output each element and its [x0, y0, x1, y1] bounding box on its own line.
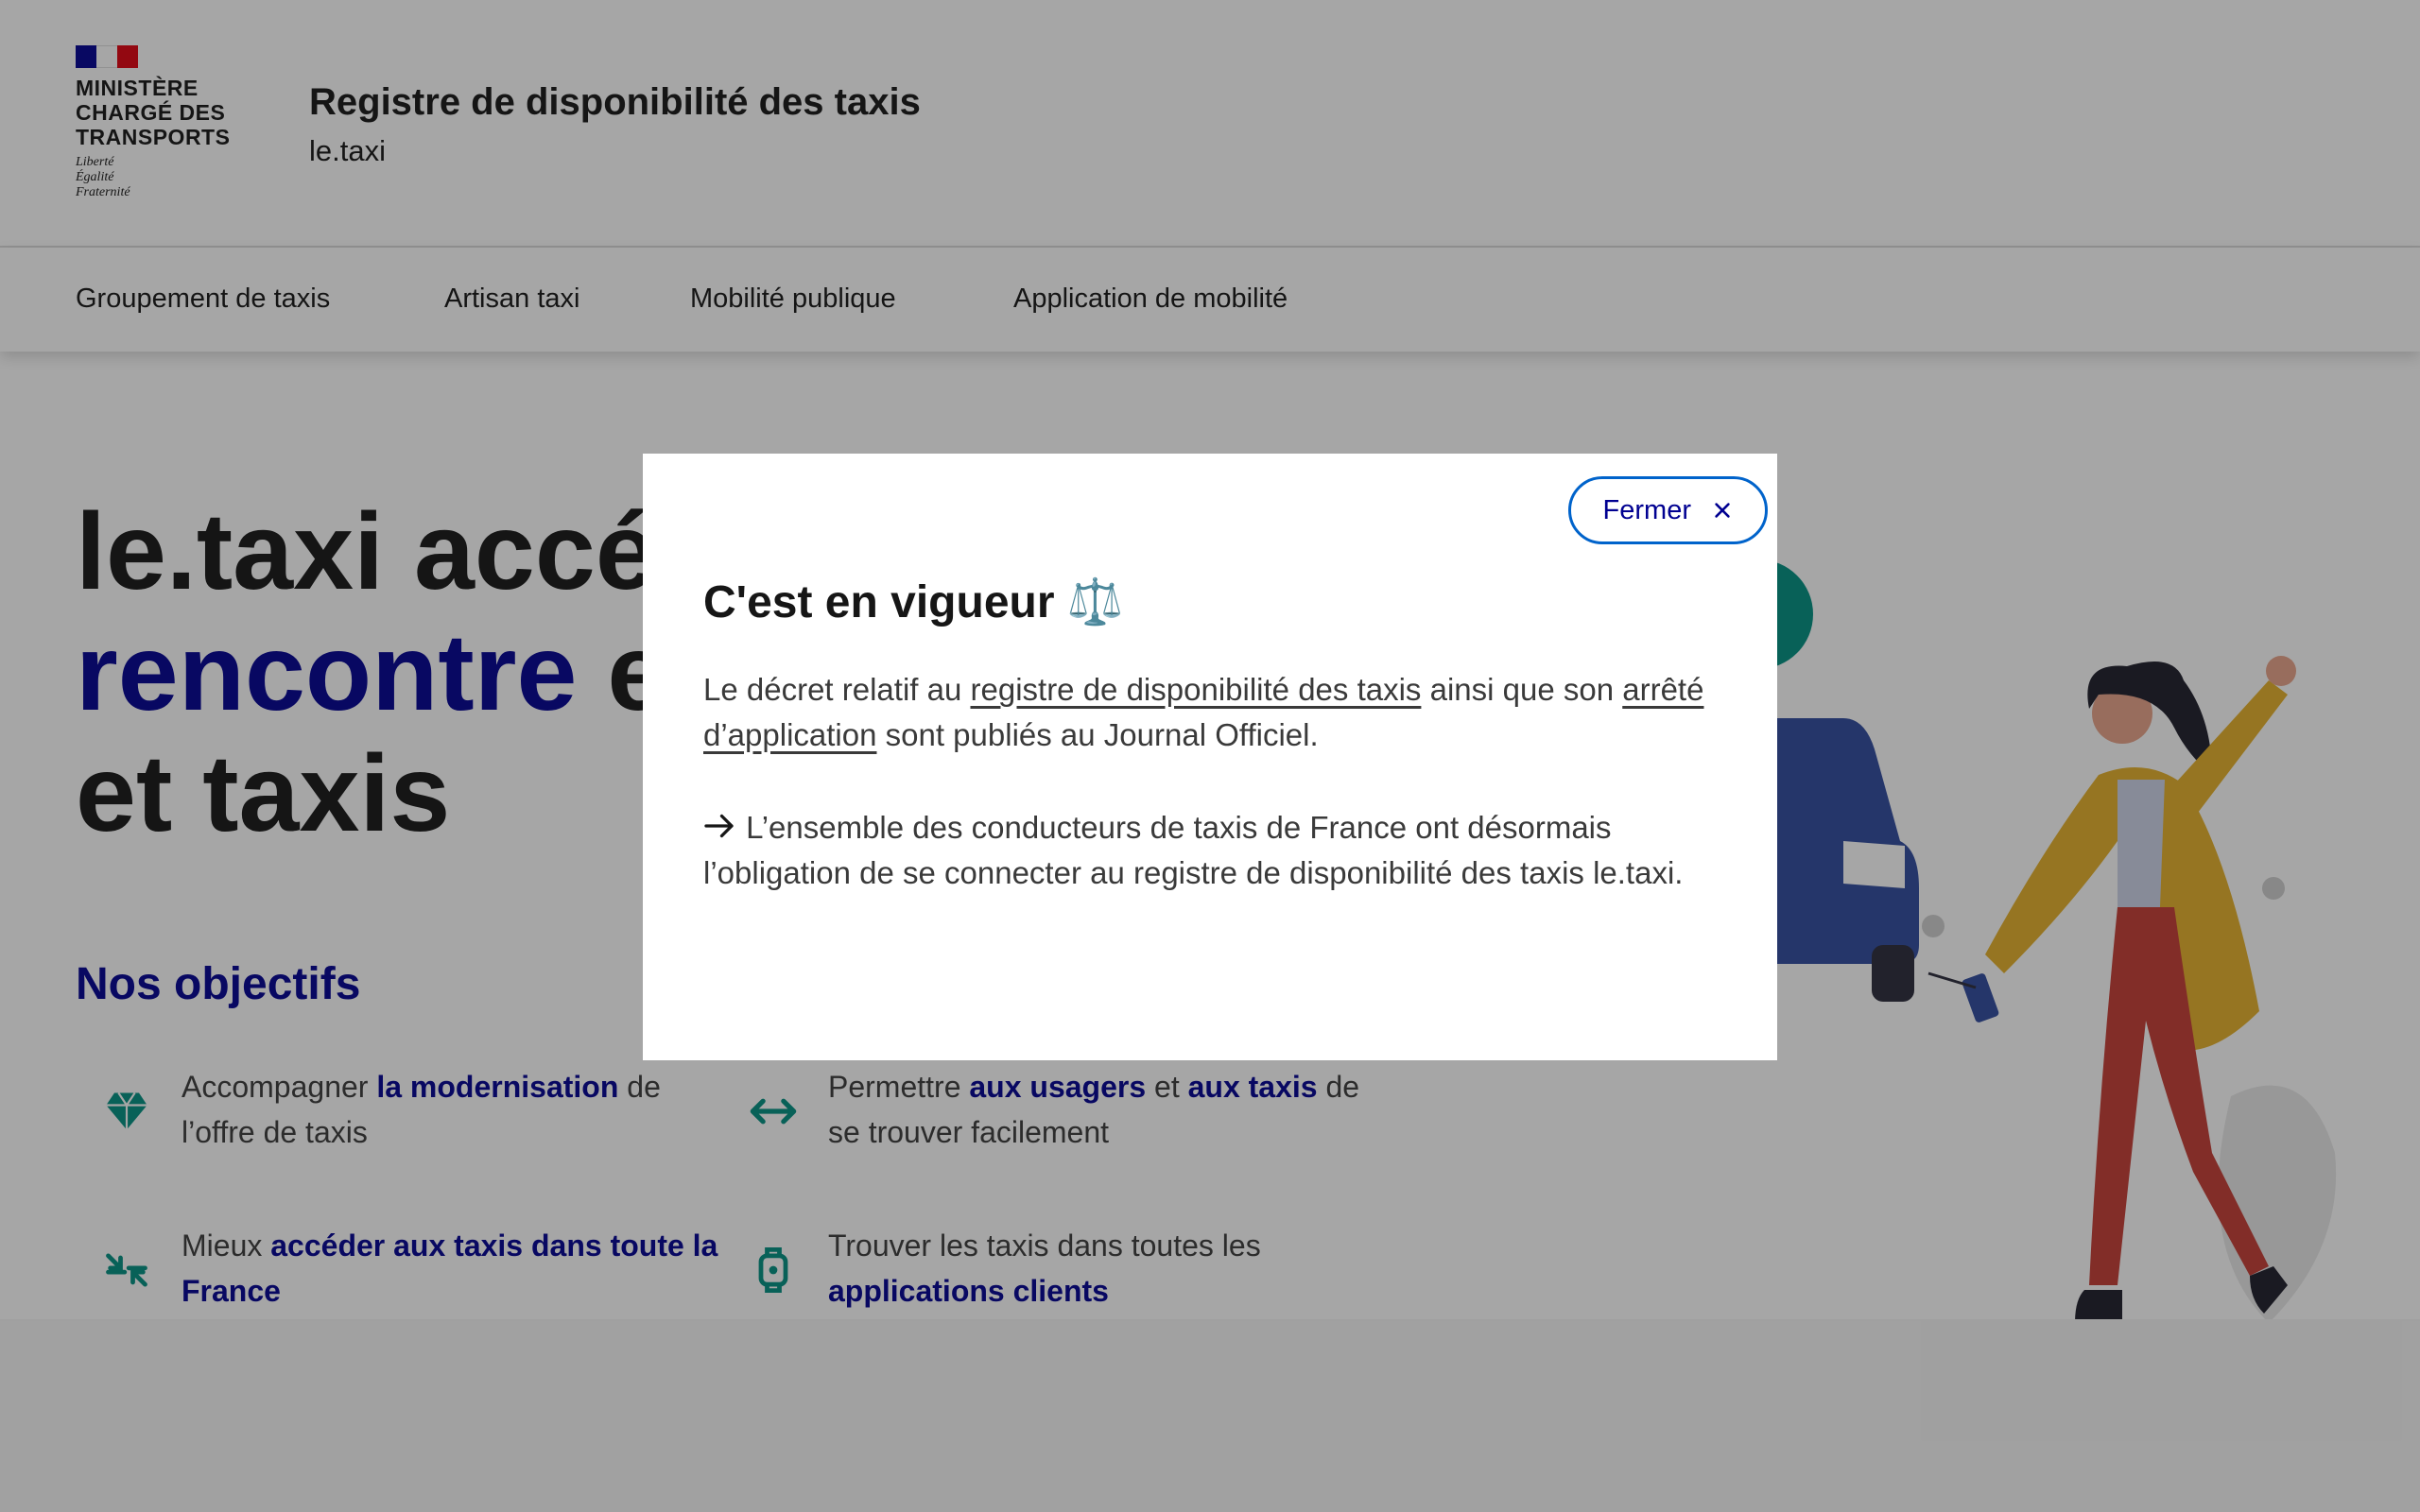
- modal-paragraph-obligation: L’ensemble des conducteurs de taxis de F…: [703, 810, 1684, 890]
- modal-title-text: C'est en vigueur: [703, 577, 1055, 627]
- modal-title: C'est en vigueur ⚖️: [703, 575, 1124, 628]
- arrow-right-icon: [704, 814, 734, 838]
- link-registre-disponibilite[interactable]: registre de disponibilité des taxis: [971, 672, 1422, 707]
- announcement-modal: Fermer C'est en vigueur ⚖️ Le décret rel…: [643, 454, 1777, 1060]
- modal-paragraph-decret: Le décret relatif au registre de disponi…: [703, 672, 1704, 752]
- close-modal-button[interactable]: Fermer: [1567, 476, 1768, 544]
- close-button-label: Fermer: [1602, 494, 1691, 525]
- close-icon: [1715, 503, 1730, 518]
- scales-icon: ⚖️: [1066, 577, 1124, 627]
